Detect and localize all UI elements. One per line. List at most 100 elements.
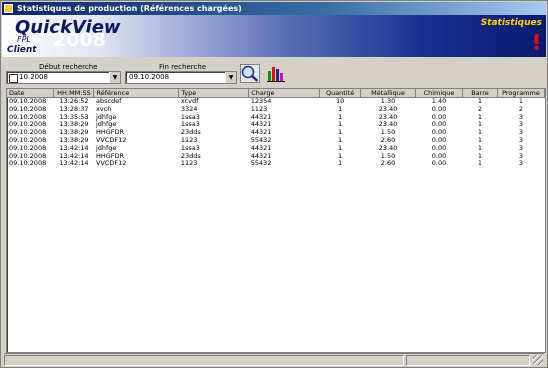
table-cell: 3 bbox=[518, 121, 524, 129]
table-cell: 1 bbox=[338, 129, 343, 137]
table-cell: 13:26:52 bbox=[59, 97, 89, 106]
column-header[interactable]: Charge bbox=[248, 89, 321, 98]
table-cell: 0.00 bbox=[431, 129, 447, 137]
table-cell: 09.10.2008 bbox=[9, 144, 47, 152]
table-cell: 09.10.2008 bbox=[9, 160, 47, 168]
table-cell: 1123 bbox=[250, 105, 268, 113]
table-cell: 23.40 bbox=[378, 121, 398, 129]
table-cell: 3 bbox=[518, 113, 524, 121]
table-cell: 09.10.2008 bbox=[9, 136, 47, 144]
table-cell: 1 bbox=[477, 97, 483, 106]
column-header[interactable]: Référence bbox=[93, 89, 180, 98]
column-header[interactable]: Quantité bbox=[319, 89, 362, 98]
column-header[interactable]: Type bbox=[178, 89, 250, 98]
table-cell: 1 bbox=[477, 129, 483, 137]
table-header: Date HH:MM:SS Référence Type Charge Quan… bbox=[7, 89, 545, 98]
table-cell: 55432 bbox=[250, 160, 272, 168]
table-cell: 13:38:29 bbox=[59, 129, 89, 137]
table-row[interactable]: 09.10.2008 13:38:29 jdhfge 1ssa3 44321 1 23.40… bbox=[7, 121, 545, 129]
table-cell: jdhfge bbox=[95, 144, 117, 152]
resize-grip[interactable] bbox=[533, 355, 543, 365]
table-row[interactable]: 09.10.2008 13:42:14 jdhfge 1ssa3 44321 1 23.40… bbox=[7, 145, 545, 153]
table-cell: 13:38:29 bbox=[59, 136, 89, 144]
bar-chart-icon[interactable] bbox=[266, 64, 286, 83]
table-row[interactable]: 09.10.2008 13:38:29 HHGFDR 23dds 44321 1 1.50 0… bbox=[7, 129, 545, 137]
column-header[interactable]: Chimique bbox=[415, 89, 463, 98]
table-cell: 0.00 bbox=[431, 121, 447, 129]
table-cell: 1 bbox=[338, 113, 343, 121]
table-row[interactable]: 09.10.2008 13:26:52 abscdef xcvdf 12354 10 1.3… bbox=[7, 98, 545, 106]
date-checkbox[interactable] bbox=[9, 74, 18, 83]
table-cell: 1 bbox=[477, 113, 483, 121]
app-icon[interactable] bbox=[4, 4, 13, 13]
table-cell: 1 bbox=[338, 136, 343, 144]
end-date-value: 09.10.2008 bbox=[129, 73, 170, 81]
table-cell: 2 bbox=[477, 105, 483, 113]
table-cell: 3 bbox=[518, 136, 524, 144]
start-date-picker[interactable]: 10.2008 ▼ bbox=[6, 71, 121, 84]
table-row[interactable]: 09.10.2008 13:42:14 VVCDF12 1123 55432 1 2.60 0… bbox=[7, 160, 545, 168]
table-cell: 3 bbox=[518, 160, 524, 168]
table-cell: 1ssa3 bbox=[180, 121, 200, 129]
column-header[interactable]: Barre bbox=[462, 89, 498, 98]
table-cell: 1 bbox=[477, 160, 483, 168]
table-cell: 44321 bbox=[250, 144, 272, 152]
table-cell: 1.40 bbox=[431, 97, 447, 106]
table-cell: 2.60 bbox=[380, 160, 396, 168]
table-cell: 13:42:14 bbox=[59, 144, 89, 152]
year-label: 2008 bbox=[53, 29, 106, 51]
exclamation-icon[interactable] bbox=[533, 34, 540, 50]
table-cell: 0.00 bbox=[431, 136, 447, 144]
table-cell: 1 bbox=[477, 152, 483, 160]
table-cell: 1 bbox=[338, 152, 343, 160]
table-cell: 2 bbox=[518, 105, 524, 113]
column-header[interactable]: Métallique bbox=[360, 89, 417, 98]
table-cell: 09.10.2008 bbox=[9, 152, 47, 160]
table-cell: 44321 bbox=[250, 113, 272, 121]
table-cell: jdhfge bbox=[95, 113, 117, 121]
table-row[interactable]: 09.10.2008 13:35:53 jdhfge 1ssa3 44321 1 23.40… bbox=[7, 114, 545, 122]
start-date-label: Début recherche bbox=[39, 63, 98, 71]
section-title: Statistiques bbox=[480, 18, 542, 28]
column-header[interactable]: HH:MM:SS bbox=[53, 89, 95, 98]
table-cell: VVCDF12 bbox=[95, 160, 127, 168]
table-cell: 13:35:53 bbox=[59, 113, 89, 121]
table-cell: 1 bbox=[338, 144, 343, 152]
table-cell: 44321 bbox=[250, 152, 272, 160]
table-cell: 1 bbox=[477, 136, 483, 144]
column-header[interactable]: Date bbox=[7, 89, 55, 98]
status-panel bbox=[4, 355, 404, 366]
table-cell: 1.50 bbox=[380, 129, 396, 137]
status-panel bbox=[406, 355, 530, 366]
chevron-down-icon[interactable]: ▼ bbox=[225, 72, 236, 83]
company-label: FPL bbox=[17, 35, 31, 44]
table-cell: HHGFDR bbox=[95, 129, 125, 137]
table-cell: 0.00 bbox=[431, 160, 447, 168]
table-row[interactable]: 09.10.2008 13:42:14 HHGFDR 23dds 44321 1 1.50 0… bbox=[7, 153, 545, 161]
table-cell: 0.00 bbox=[431, 113, 447, 121]
table-row[interactable]: 09.10.2008 13:38:29 VVCDF12 1123 55432 1 2.60 0… bbox=[7, 137, 545, 145]
magnifier-icon[interactable] bbox=[240, 64, 260, 83]
table-cell: 1.30 bbox=[380, 97, 396, 106]
table-cell: 1 bbox=[477, 121, 483, 129]
table-row[interactable]: 09.10.2008 13:28:37 xvch 3324 1123 1 23.40 0.00… bbox=[7, 106, 545, 114]
table-cell: 0.00 bbox=[431, 144, 447, 152]
table-cell: xcvdf bbox=[180, 97, 199, 106]
chevron-down-icon[interactable]: ▼ bbox=[109, 72, 120, 83]
table-cell: 1123 bbox=[180, 136, 198, 144]
end-date-label: Fin recherche bbox=[159, 63, 207, 71]
table-cell: 3 bbox=[518, 129, 524, 137]
module-label: Client bbox=[7, 45, 37, 55]
table-cell: 23.40 bbox=[378, 113, 398, 121]
table-cell: 1 bbox=[518, 97, 524, 106]
table-cell: 1 bbox=[477, 144, 483, 152]
end-date-picker[interactable]: 09.10.2008 ▼ bbox=[125, 71, 237, 84]
window-title: Statistiques de production (Références c… bbox=[17, 4, 242, 13]
results-table[interactable]: Date HH:MM:SS Référence Type Charge Quan… bbox=[6, 88, 546, 353]
column-header[interactable]: Programme bbox=[497, 89, 545, 98]
table-cell: 23dds bbox=[180, 129, 201, 137]
header-banner: QuickView FPL 2008 Client Statistiques bbox=[2, 15, 546, 57]
table-cell: 3 bbox=[518, 152, 524, 160]
table-cell: VVCDF12 bbox=[95, 136, 127, 144]
title-bar[interactable]: Statistiques de production (Références c… bbox=[2, 2, 546, 15]
